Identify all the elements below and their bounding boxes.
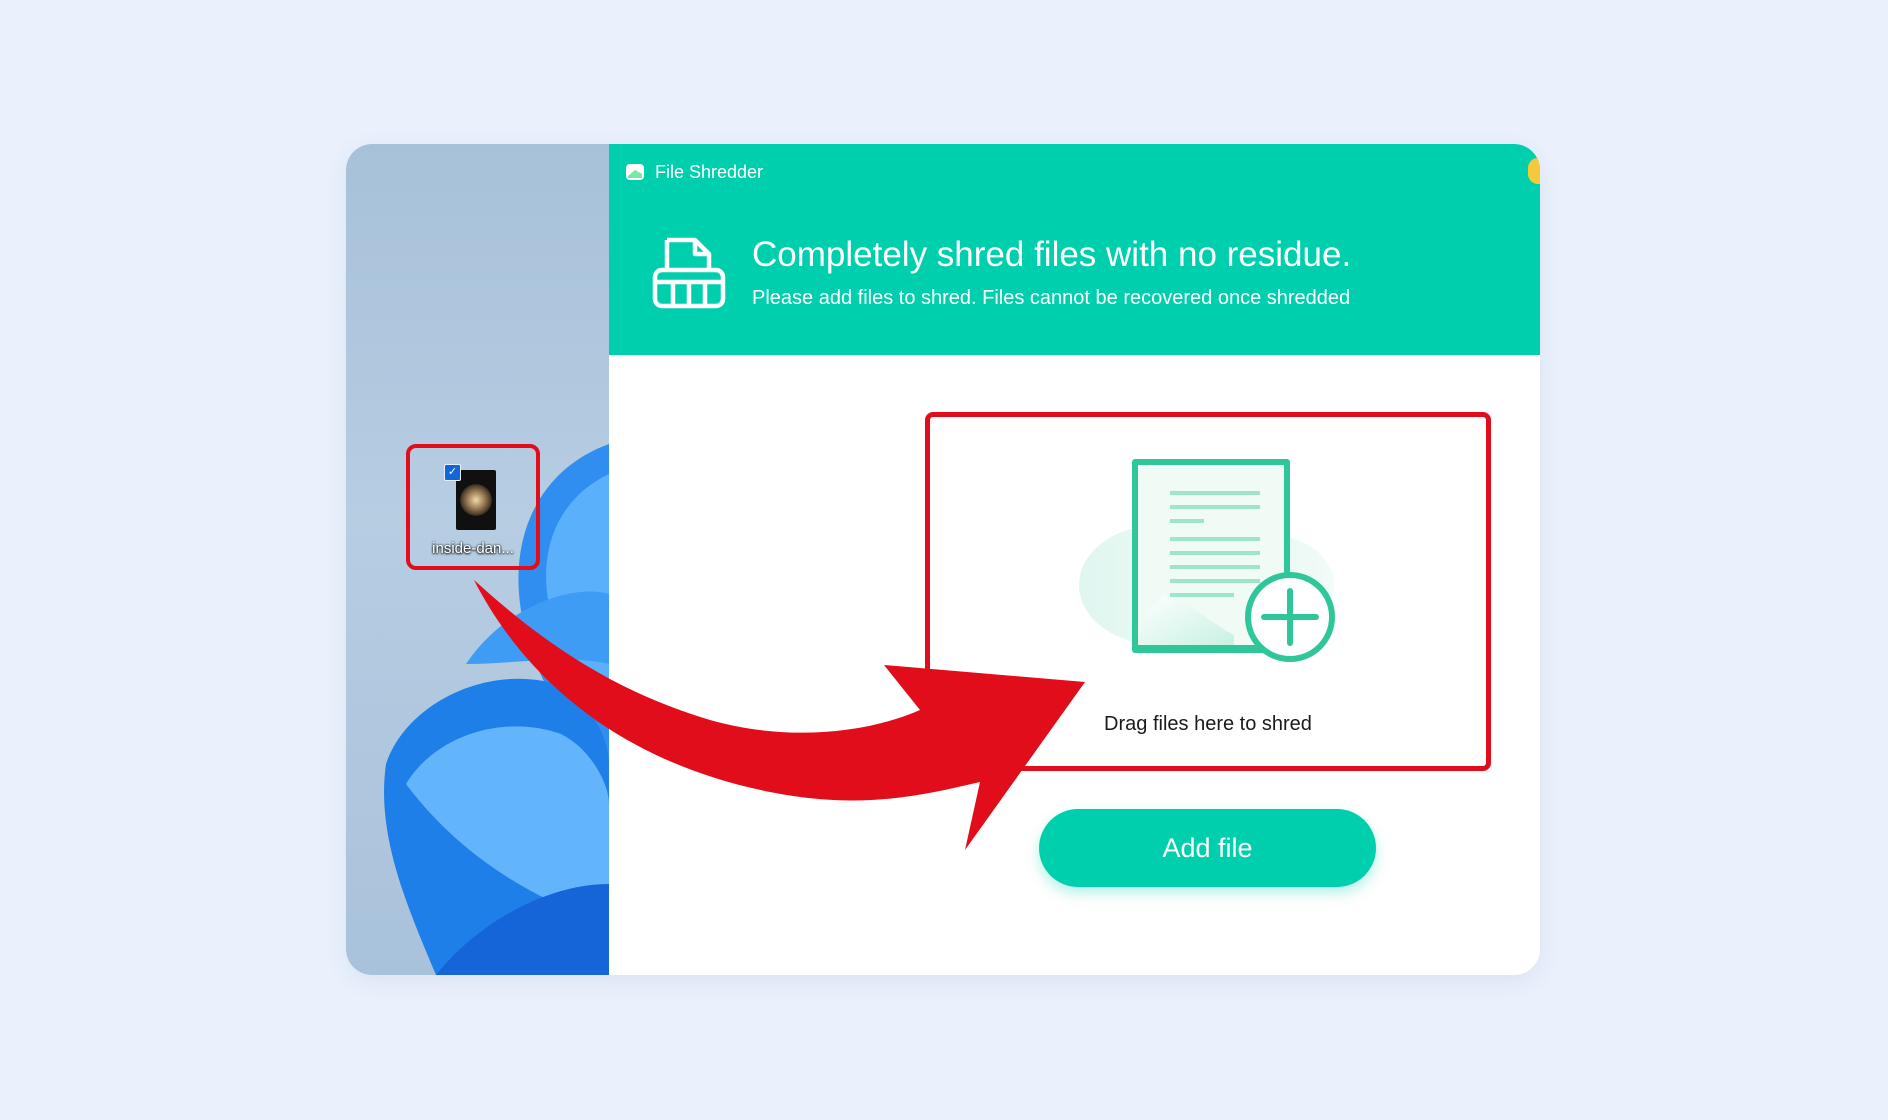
headline: Completely shred files with no residue. xyxy=(752,235,1352,274)
window-title: File Shredder xyxy=(655,162,764,182)
app-logo-icon xyxy=(626,164,644,180)
add-file-button[interactable]: Add file xyxy=(1039,809,1376,887)
desktop-file-highlight xyxy=(406,444,540,570)
app-header: File Shredder Completely shred files wit… xyxy=(609,144,1540,355)
drag-arrow-icon xyxy=(474,580,1085,850)
corner-badge[interactable] xyxy=(1528,158,1540,184)
add-document-icon xyxy=(1079,459,1335,662)
shredder-icon xyxy=(652,237,726,309)
subline: Please add files to shred. Files cannot … xyxy=(752,287,1351,309)
